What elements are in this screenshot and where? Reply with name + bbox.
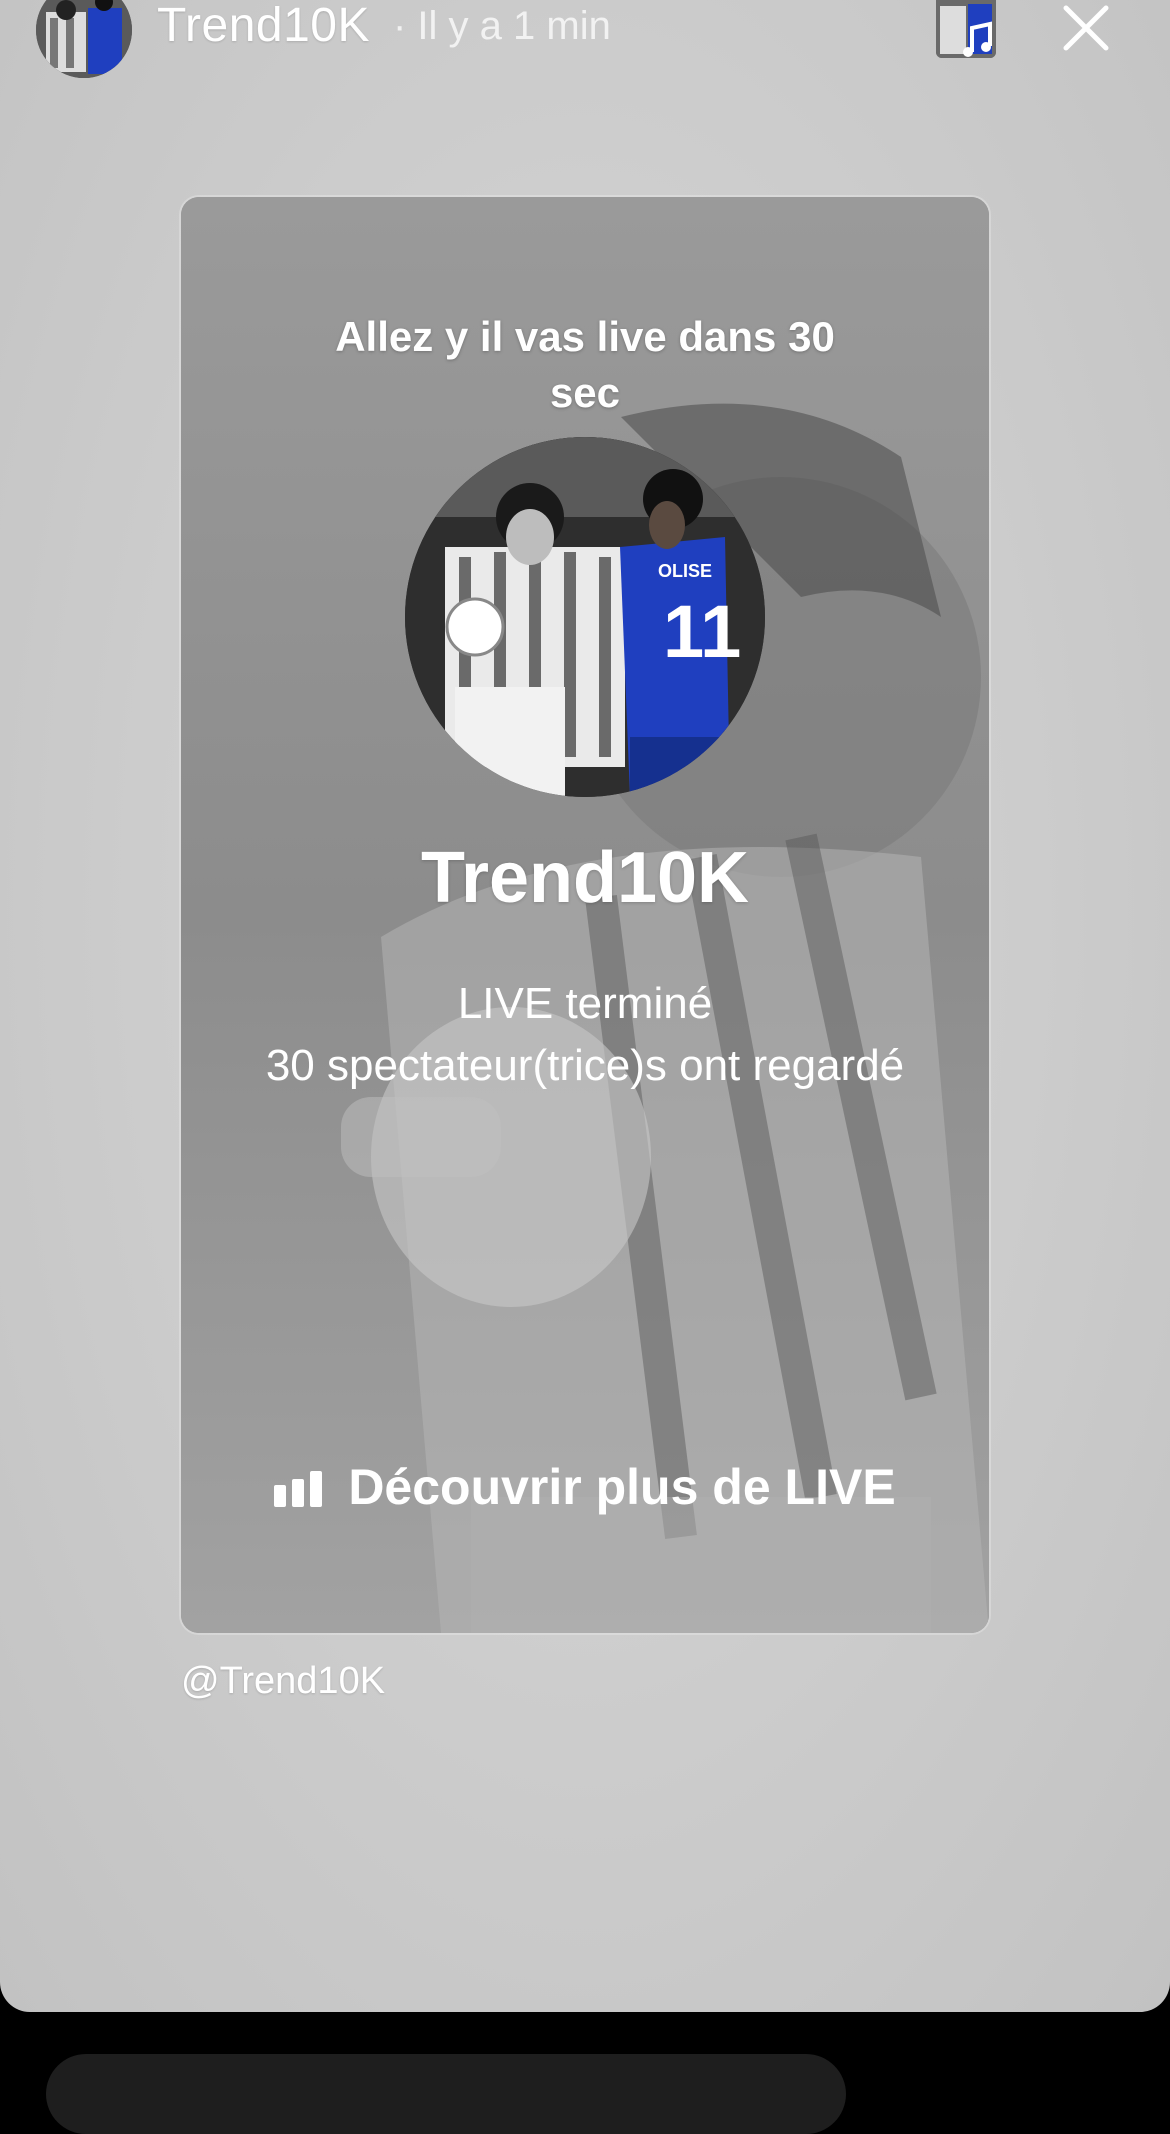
live-ended-label: LIVE terminé — [457, 979, 713, 1028]
discover-label: Découvrir plus de LIVE — [348, 1459, 896, 1515]
bar-chart-icon — [274, 1471, 323, 1507]
jersey-name: OLISE — [658, 561, 712, 581]
jersey-number: 11 — [663, 590, 741, 673]
live-ended-card[interactable]: Allez y il vas live dans 30 sec OLISE 11 — [181, 197, 989, 1633]
streamer-name[interactable]: Trend10K — [181, 837, 989, 919]
reply-input-bar[interactable] — [46, 2054, 846, 2134]
live-status: LIVE terminé 30 spectateur(trice)s ont r… — [181, 973, 989, 1097]
username[interactable]: Trend10K — [157, 0, 370, 53]
music-thumbnail[interactable] — [936, 0, 996, 58]
viewer-count: 30 spectateur(trice)s ont regardé — [265, 1041, 905, 1090]
close-button[interactable] — [1058, 0, 1114, 56]
story-viewer[interactable]: Trend10K · Il y a 1 min Allez y il vas l… — [0, 0, 1170, 2012]
post-time: · Il y a 1 min — [393, 4, 611, 48]
discover-more-live-button[interactable]: Découvrir plus de LIVE — [271, 1447, 899, 1527]
avatar[interactable] — [36, 0, 132, 78]
story-caption: Allez y il vas live dans 30 sec — [335, 313, 835, 416]
profile-picture[interactable]: OLISE 11 — [405, 437, 765, 797]
watermark-handle: @Trend10K — [181, 1660, 386, 1702]
close-icon — [1063, 5, 1109, 51]
story-header: Trend10K · Il y a 1 min — [0, 0, 1170, 80]
